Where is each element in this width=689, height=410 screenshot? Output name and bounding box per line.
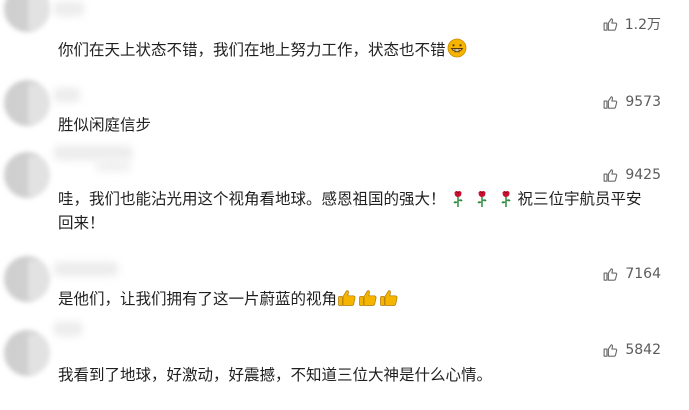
thumbs-up-icon: [358, 288, 378, 315]
like-button[interactable]: 9573: [602, 92, 661, 112]
username-blurred: [96, 158, 130, 172]
comment-text-content: 祝三位宇航员平安: [517, 190, 642, 208]
comment-text-content: 你们在天上状态不错，我们在地上努力工作，状态也不错: [58, 41, 446, 59]
like-count: 5842: [625, 342, 661, 358]
like-count: 7164: [625, 266, 661, 282]
avatar[interactable]: [4, 152, 50, 198]
username-blurred[interactable]: [54, 262, 118, 276]
username-blurred[interactable]: [54, 88, 80, 102]
like-button[interactable]: 5842: [602, 340, 661, 360]
rose-icon: [475, 188, 489, 215]
grinning-face-icon: [447, 38, 467, 65]
thumbs-up-icon: [603, 95, 618, 109]
comment-text: 回来！: [58, 212, 105, 235]
comment-text: 我看到了地球，好激动，好震撼，不知道三位大神是什么心情。: [58, 364, 492, 387]
avatar[interactable]: [4, 256, 50, 302]
rose-icon: [451, 188, 465, 215]
username-blurred[interactable]: [54, 2, 84, 16]
comment-text-content: 哇，我们也能沾光用这个视角看地球。感恩祖国的强大！: [58, 190, 446, 208]
like-button[interactable]: 1.2万: [602, 14, 661, 34]
thumbs-up-icon: [603, 17, 618, 31]
like-count: 9425: [625, 167, 661, 183]
comment-text-content: 我看到了地球，好激动，好震撼，不知道三位大神是什么心情。: [58, 366, 493, 384]
like-button[interactable]: 9425: [602, 165, 661, 185]
like-button[interactable]: 7164: [602, 264, 661, 284]
comment-text-content: 胜似闲庭信步: [58, 116, 152, 134]
thumbs-up-icon: [379, 288, 399, 315]
thumbs-up-icon: [603, 343, 618, 357]
rose-icon: [499, 188, 513, 215]
thumbs-up-icon: [337, 288, 357, 315]
like-count: 9573: [625, 94, 661, 110]
comment-text: 你们在天上状态不错，我们在地上努力工作，状态也不错: [58, 38, 467, 65]
thumbs-up-icon: [603, 267, 618, 281]
comment-text: 是他们，让我们拥有了这一片蔚蓝的视角: [58, 288, 400, 315]
comment-text: 哇，我们也能沾光用这个视角看地球。感恩祖国的强大！ 祝三位宇航员平安: [58, 188, 642, 215]
thumbs-up-icon: [603, 168, 618, 182]
comment-text-content: 是他们，让我们拥有了这一片蔚蓝的视角: [58, 290, 338, 308]
avatar[interactable]: [4, 80, 50, 126]
comment-text-content: 回来！: [58, 214, 105, 232]
username-blurred[interactable]: [54, 322, 82, 336]
comment-text: 胜似闲庭信步: [58, 114, 151, 137]
avatar[interactable]: [4, 0, 50, 32]
like-count: 1.2万: [624, 17, 661, 33]
avatar[interactable]: [4, 330, 50, 376]
